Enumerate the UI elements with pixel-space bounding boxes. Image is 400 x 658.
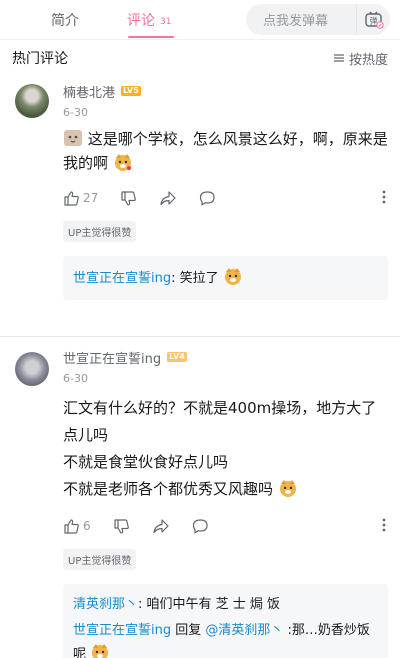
like-count: 6	[83, 519, 91, 533]
reply-item: 世宣正在宣誓ing: 笑拉了	[73, 266, 378, 290]
dog-emoji-icon	[64, 130, 82, 146]
comment-user: 世宣正在宣誓ing LV4	[63, 348, 388, 367]
avatar[interactable]	[15, 352, 49, 386]
reply-button[interactable]	[199, 190, 216, 207]
more-options-button[interactable]	[382, 189, 386, 208]
like-count: 27	[83, 191, 99, 205]
like-button[interactable]: 27	[63, 190, 98, 207]
up-liked-badge: UP主觉得很赞	[63, 221, 137, 242]
level-badge: LV5	[121, 86, 141, 96]
sort-button[interactable]: 按热度	[333, 49, 388, 68]
comment-item: 楠巷北港 LV5 6-30 这是哪个学校，怎么风景这么好，啊，原来是我的啊 27…	[0, 76, 400, 316]
reply-username[interactable]: 世宣正在宣誓ing	[73, 623, 171, 638]
doge-emoji-icon	[279, 480, 296, 497]
like-button[interactable]: 6	[63, 518, 91, 535]
svg-text:弹: 弹	[369, 15, 377, 25]
doge-emoji-icon	[224, 268, 241, 285]
reply-username[interactable]: 世宣正在宣誓ing	[73, 271, 171, 286]
comment-bubble-icon	[192, 518, 208, 534]
reply-mention[interactable]: @清英刹那丶	[205, 623, 283, 638]
share-button[interactable]	[152, 518, 170, 535]
sort-icon	[333, 54, 344, 62]
thumbs-up-icon	[64, 190, 79, 206]
comment-text: 这是哪个学校，怎么风景这么好，啊，原来是我的啊	[63, 130, 388, 172]
more-vertical-icon	[382, 518, 386, 531]
doge-emoji-icon	[114, 154, 131, 171]
dislike-button[interactable]	[120, 190, 137, 207]
comment-user: 楠巷北港 LV5	[63, 82, 388, 101]
reply-box[interactable]: 世宣正在宣誓ing: 笑拉了	[63, 256, 388, 300]
avatar[interactable]	[15, 84, 49, 118]
danmaku-input[interactable]: 点我发弹幕	[263, 10, 356, 29]
comment-actions: 27	[63, 183, 388, 213]
comment-bubble-icon	[200, 190, 215, 206]
hot-comments-header: 热门评论 按热度	[0, 40, 400, 76]
username[interactable]: 世宣正在宣誓ing	[63, 348, 161, 367]
doge-emoji-icon	[92, 644, 109, 658]
comment-actions: 6	[63, 511, 388, 541]
reply-item: 清英刹那丶: 咱们中午有 芝 士 焗 饭	[73, 597, 281, 612]
active-tab-indicator	[128, 36, 174, 38]
username[interactable]: 楠巷北港	[63, 82, 115, 101]
more-vertical-icon	[382, 190, 386, 203]
up-liked-badge: UP主觉得很赞	[63, 549, 137, 570]
danmaku-bar: 点我发弹幕 弹	[246, 4, 390, 35]
comment-date: 6-30	[63, 372, 88, 385]
thumbs-down-icon	[114, 518, 129, 534]
comment-count: 31	[160, 16, 172, 27]
reply-box[interactable]: 清英刹那丶: 咱们中午有 芝 士 焗 饭 世宣正在宣誓ing 回复 @清英刹那丶…	[63, 584, 388, 658]
share-icon	[160, 190, 176, 205]
tab-comments[interactable]: 评论 31	[127, 0, 171, 40]
reply-item: 世宣正在宣誓ing 回复 @清英刹那丶 :那…奶香炒饭呢	[73, 620, 378, 658]
comment-date: 6-30	[63, 106, 88, 119]
danmaku-toggle-button[interactable]: 弹	[356, 4, 390, 35]
comment-item: 世宣正在宣誓ing LV4 6-30 汇文有什么好的？不就是400m操场，地方大…	[0, 348, 400, 658]
top-bar: 简介 评论 31 点我发弹幕 弹	[0, 0, 400, 40]
share-icon	[153, 518, 169, 533]
thumbs-up-icon	[64, 518, 79, 534]
share-button[interactable]	[159, 190, 177, 207]
reply-username[interactable]: 清英刹那丶	[73, 597, 138, 612]
section-title: 热门评论	[12, 51, 68, 67]
danmaku-icon: 弹	[364, 11, 384, 29]
more-options-button[interactable]	[382, 517, 386, 536]
dislike-button[interactable]	[113, 518, 130, 535]
level-badge: LV4	[167, 352, 187, 362]
divider	[0, 336, 400, 348]
reply-button[interactable]	[192, 518, 209, 535]
tab-intro[interactable]: 简介	[51, 0, 79, 40]
comment-text: 汇文有什么好的？不就是400m操场，地方大了点儿吗 不就是食堂伙食好点儿吗 不就…	[63, 399, 377, 498]
thumbs-down-icon	[121, 190, 137, 206]
